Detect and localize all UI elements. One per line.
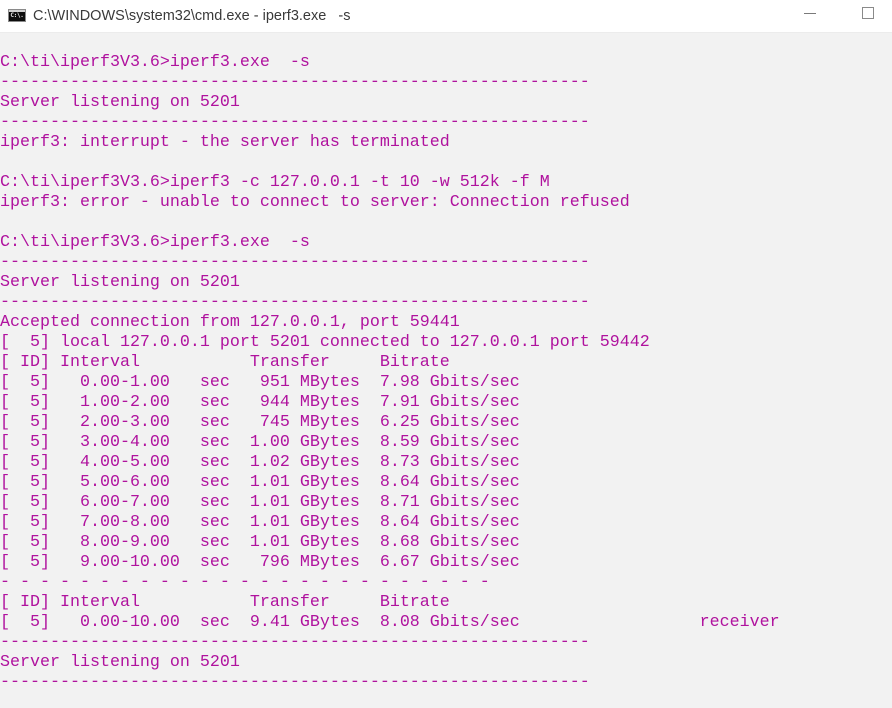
console-line: [ 5] 6.00-7.00 sec 1.01 GBytes 8.71 Gbit… xyxy=(0,493,520,512)
console-line: [ 5] local 127.0.0.1 port 5201 connected… xyxy=(0,333,650,352)
console-line: Server listening on 5201 xyxy=(0,273,240,292)
console-line: ----------------------------------------… xyxy=(0,633,590,652)
console-line: [ 5] 9.00-10.00 sec 796 MBytes 6.67 Gbit… xyxy=(0,553,520,572)
window-title: C:\WINDOWS\system32\cmd.exe - iperf3.exe… xyxy=(33,8,351,24)
console-line: C:\ti\iperf3V3.6>iperf3.exe -s xyxy=(0,233,310,252)
console-line: [ ID] Interval Transfer Bitrate xyxy=(0,353,450,372)
console-line: Accepted connection from 127.0.0.1, port… xyxy=(0,313,460,332)
title-bar[interactable]: C:\. C:\WINDOWS\system32\cmd.exe - iperf… xyxy=(0,0,892,33)
console-line: [ 5] 2.00-3.00 sec 745 MBytes 6.25 Gbits… xyxy=(0,413,520,432)
maximize-button[interactable] xyxy=(845,0,891,32)
console-line: ----------------------------------------… xyxy=(0,113,590,132)
console-line: Server listening on 5201 xyxy=(0,93,240,112)
console-line: [ 5] 1.00-2.00 sec 944 MBytes 7.91 Gbits… xyxy=(0,393,520,412)
console-line: ----------------------------------------… xyxy=(0,253,590,272)
minimize-button[interactable] xyxy=(786,0,832,32)
console-line: C:\ti\iperf3V3.6>iperf3 -c 127.0.0.1 -t … xyxy=(0,173,550,192)
console-line: C:\ti\iperf3V3.6>iperf3.exe -s xyxy=(0,53,310,72)
console-line: [ 5] 4.00-5.00 sec 1.02 GBytes 8.73 Gbit… xyxy=(0,453,520,472)
console-line: [ 5] 3.00-4.00 sec 1.00 GBytes 8.59 Gbit… xyxy=(0,433,520,452)
console-line: [ 5] 7.00-8.00 sec 1.01 GBytes 8.64 Gbit… xyxy=(0,513,520,532)
console-icon: C:\. xyxy=(8,9,26,22)
console-line: [ ID] Interval Transfer Bitrate xyxy=(0,593,450,612)
console-output[interactable]: C:\ti\iperf3V3.6>iperf3.exe -s ----------… xyxy=(0,33,892,708)
console-line: iperf3: interrupt - the server has termi… xyxy=(0,133,450,152)
console-line: [ 5] 0.00-10.00 sec 9.41 GBytes 8.08 Gbi… xyxy=(0,613,780,632)
console-line: - - - - - - - - - - - - - - - - - - - - … xyxy=(0,573,490,592)
console-line: [ 5] 8.00-9.00 sec 1.01 GBytes 8.68 Gbit… xyxy=(0,533,520,552)
console-line: Server listening on 5201 xyxy=(0,653,240,672)
console-line: [ 5] 5.00-6.00 sec 1.01 GBytes 8.64 Gbit… xyxy=(0,473,520,492)
console-line: ----------------------------------------… xyxy=(0,293,590,312)
console-line: [ 5] 0.00-1.00 sec 951 MBytes 7.98 Gbits… xyxy=(0,373,520,392)
console-line: iperf3: error - unable to connect to ser… xyxy=(0,193,630,212)
console-line: ----------------------------------------… xyxy=(0,73,590,92)
console-line: ----------------------------------------… xyxy=(0,673,590,692)
